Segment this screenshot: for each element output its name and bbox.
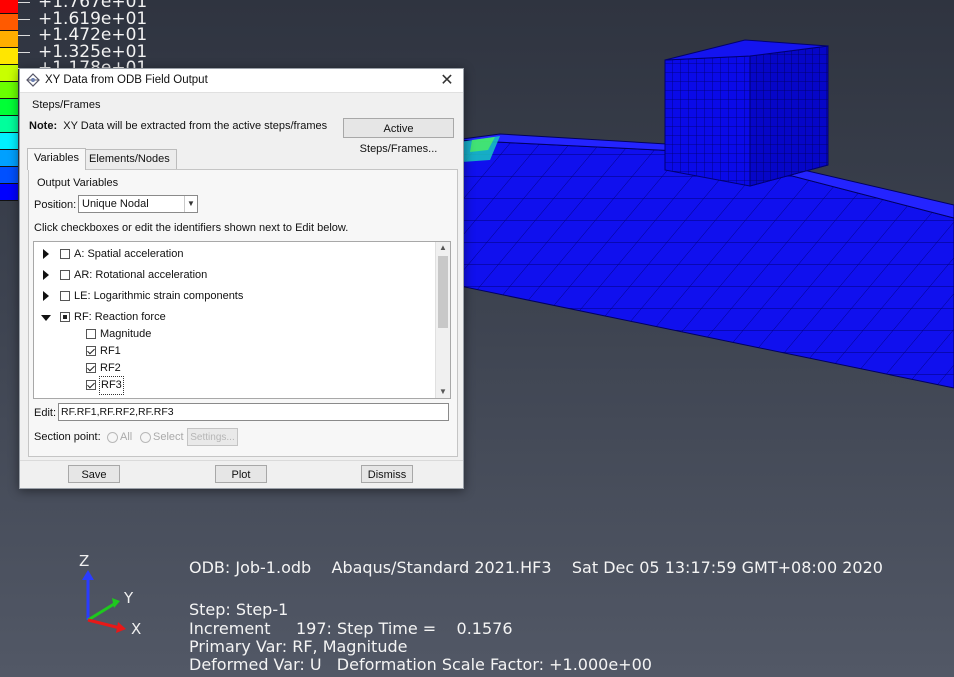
deformed-var-line: Deformed Var: U Deformation Scale Factor… <box>189 655 652 674</box>
checkbox-le[interactable] <box>60 291 70 301</box>
tree-row[interactable]: Magnitude <box>34 326 434 343</box>
chevron-down-icon[interactable]: ▼ <box>184 196 197 212</box>
tree-row[interactable]: RF: Reaction force <box>34 309 434 326</box>
scroll-thumb[interactable] <box>438 256 448 328</box>
tree-row[interactable]: RF3 <box>34 376 434 395</box>
radio-all-label: All <box>120 431 133 443</box>
dismiss-button[interactable]: Dismiss <box>361 465 413 483</box>
tab-variables[interactable]: Variables <box>27 148 87 170</box>
save-button[interactable]: Save <box>68 465 120 483</box>
expand-triangle-icon[interactable] <box>43 270 49 280</box>
increment-info-line: Increment 197: Step Time = 0.1576 <box>189 619 513 638</box>
radio-select-label: Select <box>153 431 184 443</box>
tree-row-label: RF1 <box>100 345 121 357</box>
tree-row-label: RF3 <box>99 376 124 395</box>
position-select-value: Unique Nodal <box>82 198 149 210</box>
legend-swatch <box>0 150 18 167</box>
triad-y-label: Y <box>123 589 134 607</box>
legend-tick <box>18 18 30 20</box>
checkbox-rf3[interactable] <box>86 380 96 390</box>
plot-button[interactable]: Plot <box>215 465 267 483</box>
legend-tick <box>18 51 30 53</box>
tree-row[interactable]: RF1 <box>34 343 434 360</box>
tree-row-label: RF: Reaction force <box>74 311 166 323</box>
dialog-titlebar[interactable]: XY Data from ODB Field Output ✕ <box>20 69 463 93</box>
expand-triangle-icon[interactable] <box>43 291 49 301</box>
tree-row-label: RF2 <box>100 362 121 374</box>
xy-data-dialog: XY Data from ODB Field Output ✕ Steps/Fr… <box>19 68 464 489</box>
expand-triangle-icon[interactable] <box>43 249 49 259</box>
edit-field[interactable]: RF.RF1,RF.RF2,RF.RF3 <box>58 403 449 421</box>
tab-elements-nodes[interactable]: Elements/Nodes <box>82 149 177 169</box>
app-icon <box>26 73 40 87</box>
primary-var-line: Primary Var: RF, Magnitude <box>189 637 408 656</box>
step-info-line: Step: Step-1 <box>189 600 289 619</box>
cube-mesh <box>664 39 829 187</box>
axis-triad: Z Y X <box>79 552 141 638</box>
tree-row[interactable]: LE: Logarithmic strain components <box>34 288 434 305</box>
tree-row[interactable]: RF2 <box>34 360 434 377</box>
tree-row-label: LE: Logarithmic strain components <box>74 290 244 302</box>
tree-scrollbar[interactable]: ▲ ▼ <box>435 242 450 398</box>
output-variables-label: Output Variables <box>37 177 119 189</box>
checkbox-a[interactable] <box>60 249 70 259</box>
collapse-triangle-icon[interactable] <box>41 315 51 321</box>
legend-swatch <box>0 48 18 65</box>
checkbox-rf1[interactable] <box>86 346 96 356</box>
note-body: XY Data will be extracted from the activ… <box>63 120 328 132</box>
triad-x-label: X <box>131 620 141 638</box>
divider <box>20 460 463 461</box>
settings-button[interactable]: Settings... <box>187 428 238 446</box>
legend-swatch <box>0 82 18 99</box>
scroll-down-icon[interactable]: ▼ <box>436 386 450 398</box>
note-text: Note: XY Data will be extracted from the… <box>29 120 327 132</box>
output-variable-tree[interactable]: ▲ ▼ A: Spatial acceleration AR: Rotationa… <box>33 241 451 399</box>
tree-row-label: Magnitude <box>100 328 152 340</box>
dialog-title: XY Data from ODB Field Output <box>45 74 208 86</box>
legend-tick <box>18 2 30 3</box>
scroll-up-icon[interactable]: ▲ <box>436 242 450 254</box>
radio-all[interactable] <box>107 432 118 443</box>
legend-swatch <box>0 14 18 31</box>
tree-row[interactable]: AR: Rotational acceleration <box>34 267 434 284</box>
legend-swatch <box>0 65 18 82</box>
section-point-label: Section point: <box>34 431 101 443</box>
legend-tick <box>18 35 30 36</box>
checkbox-rf2[interactable] <box>86 363 96 373</box>
position-select[interactable]: Unique Nodal ▼ <box>78 195 198 213</box>
tree-row[interactable]: A: Spatial acceleration <box>34 246 434 263</box>
active-steps-frames-button[interactable]: Active Steps/Frames... <box>343 118 454 155</box>
position-label: Position: <box>34 199 77 211</box>
steps-frames-label: Steps/Frames <box>32 99 101 111</box>
checkbox-rf[interactable] <box>60 312 70 322</box>
instruction-text: Click checkboxes or edit the identifiers… <box>34 222 349 234</box>
tree-row-label: AR: Rotational acceleration <box>74 269 208 281</box>
legend-swatch <box>0 184 18 201</box>
legend-swatch <box>0 0 18 14</box>
checkbox-magnitude[interactable] <box>86 329 96 339</box>
odb-info-line: ODB: Job-1.odb Abaqus/Standard 2021.HF3 … <box>189 558 883 577</box>
radio-select[interactable] <box>140 432 151 443</box>
close-icon[interactable]: ✕ <box>437 70 457 90</box>
edit-label: Edit: <box>34 407 57 419</box>
legend-swatch <box>0 99 18 116</box>
legend-swatch <box>0 133 18 150</box>
legend-swatch <box>0 167 18 184</box>
checkbox-ar[interactable] <box>60 270 70 280</box>
tree-row-label: A: Spatial acceleration <box>74 248 184 260</box>
note-prefix: Note: <box>29 120 58 132</box>
legend-swatch <box>0 116 18 133</box>
legend-swatch <box>0 31 18 48</box>
triad-z-label: Z <box>79 552 89 570</box>
